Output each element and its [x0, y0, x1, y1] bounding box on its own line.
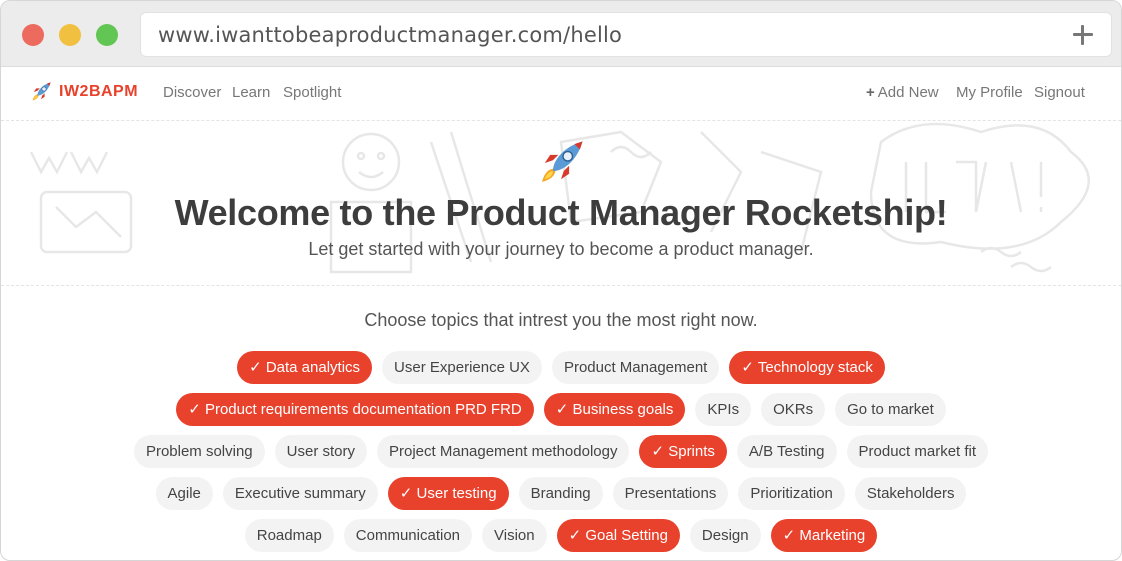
add-new-label: Add New	[877, 84, 939, 101]
url-text[interactable]: www.iwanttobeaproductmanager.com/hello	[158, 23, 622, 47]
topic-chip[interactable]: Product Management	[551, 351, 720, 384]
topic-chip[interactable]: User Experience UX	[382, 351, 542, 384]
check-icon: ✓	[782, 527, 800, 544]
browser-chrome: www.iwanttobeaproductmanager.com/hello	[1, 1, 1121, 67]
topic-chip[interactable]: Project Management methodology	[377, 435, 630, 468]
nav-link-learn[interactable]: Learn	[232, 84, 270, 101]
topic-chip[interactable]: Design	[689, 519, 761, 552]
topic-chip-row: ✓ Product requirements documentation PRD…	[1, 393, 1121, 426]
topic-chip-label: Product requirements documentation PRD F…	[204, 401, 522, 418]
topic-chip-label: Design	[701, 527, 749, 544]
topic-chip[interactable]: ✓ Marketing	[770, 519, 878, 552]
topic-chip[interactable]: Presentations	[612, 477, 729, 510]
topic-chip-row: ✓ Data analytics User Experience UX Produc…	[1, 351, 1121, 384]
topic-chip[interactable]: Stakeholders	[854, 477, 967, 510]
topic-chip-label: Product Management	[563, 359, 708, 376]
topic-chip-label: Go to market	[847, 401, 934, 418]
topic-chip-label: Product market fit	[858, 443, 977, 460]
browser-window: www.iwanttobeaproductmanager.com/hello I…	[0, 0, 1122, 561]
topic-chip-label: KPIs	[707, 401, 740, 418]
check-icon: ✓	[651, 443, 669, 460]
topic-chip[interactable]: Roadmap	[244, 519, 334, 552]
topic-chip[interactable]: Product market fit	[846, 435, 989, 468]
topic-chip[interactable]: ✓ Product requirements documentation PRD…	[176, 393, 534, 426]
topic-chip-label: User Experience UX	[394, 359, 530, 376]
nav-link-signout[interactable]: Signout	[1034, 84, 1085, 101]
topic-chip-row: Roadmap Communication Vision ✓ Goal Setting…	[1, 519, 1121, 552]
maximize-window-button[interactable]	[96, 24, 118, 46]
topic-chip-label: User story	[286, 443, 355, 460]
site-navbar: IW2BAPM Discover Learn Spotlight + Add Ne…	[1, 67, 1121, 121]
check-icon: ✓	[188, 401, 205, 418]
nav-link-discover[interactable]: Discover	[163, 84, 221, 101]
topic-chip-label: Data analytics	[265, 359, 361, 376]
topic-chip[interactable]: Problem solving	[133, 435, 265, 468]
topic-chip-label: Prioritization	[750, 485, 833, 502]
topic-chip-label: Agile	[167, 485, 201, 502]
check-icon: ✓	[741, 359, 758, 376]
topic-chip[interactable]: A/B Testing	[736, 435, 837, 468]
topic-chip[interactable]: Branding	[518, 477, 603, 510]
nav-link-spotlight[interactable]: Spotlight	[283, 84, 341, 101]
minimize-window-button[interactable]	[59, 24, 81, 46]
topic-chip-label: Presentations	[624, 485, 717, 502]
topic-chip-label: Vision	[494, 527, 535, 544]
new-tab-plus-icon[interactable]	[1073, 25, 1093, 45]
topic-chip-label: OKRs	[773, 401, 814, 418]
topic-chip[interactable]: OKRs	[761, 393, 826, 426]
page-title: Welcome to the Product Manager Rocketshi…	[174, 192, 948, 233]
topic-chip-label: Communication	[355, 527, 461, 544]
topic-chip-row: Problem solving User story Project Managem…	[1, 435, 1121, 468]
topic-chip-label: Business goals	[572, 401, 674, 418]
rocket-icon	[32, 82, 51, 101]
check-icon: ✓	[568, 527, 586, 544]
topic-chip-label: Sprints	[668, 443, 715, 460]
topic-chip-list: ✓ Data analytics User Experience UX Produc…	[1, 351, 1121, 560]
topic-chip-label: A/B Testing	[748, 443, 825, 460]
address-bar[interactable]: www.iwanttobeaproductmanager.com/hello	[140, 12, 1112, 57]
plus-icon: +	[866, 84, 875, 101]
page-subtitle: Let get started with your journey to bec…	[308, 239, 814, 259]
topic-chip-row: Agile Executive summary ✓ User testing Bran…	[1, 477, 1121, 510]
topics-heading: Choose topics that intrest you the most …	[364, 310, 758, 330]
topic-chip[interactable]: KPIs	[695, 393, 752, 426]
topic-chip-label: Problem solving	[145, 443, 253, 460]
topic-chip[interactable]: Communication	[343, 519, 473, 552]
topic-chip-label: Marketing	[799, 527, 866, 544]
add-new-button[interactable]: + Add New	[866, 84, 939, 101]
hero-section: Welcome to the Product Manager Rocketshi…	[1, 122, 1121, 286]
check-icon: ✓	[399, 485, 417, 502]
topic-chip-label: Project Management methodology	[389, 443, 618, 460]
close-window-button[interactable]	[22, 24, 44, 46]
check-icon: ✓	[249, 359, 266, 376]
topic-chip-label: User testing	[416, 485, 497, 502]
topic-chip[interactable]: ✓ Technology stack	[729, 351, 885, 384]
topic-chip-label: Goal Setting	[585, 527, 668, 544]
brand-name[interactable]: IW2BAPM	[59, 83, 138, 101]
topic-chip-label: Roadmap	[256, 527, 322, 544]
topic-chip[interactable]: Agile	[155, 477, 213, 510]
topic-chip-label: Stakeholders	[866, 485, 955, 502]
topic-chip[interactable]: ✓ Goal Setting	[556, 519, 680, 552]
topic-chip[interactable]: Go to market	[835, 393, 946, 426]
topic-chip[interactable]: ✓ User testing	[387, 477, 509, 510]
topic-chip[interactable]: Executive summary	[222, 477, 378, 510]
topic-chip-label: Technology stack	[757, 359, 873, 376]
brand-logo[interactable]: IW2BAPM	[29, 80, 138, 104]
nav-link-my-profile[interactable]: My Profile	[956, 84, 1023, 101]
topic-chip[interactable]: Vision	[482, 519, 547, 552]
rocket-icon	[542, 141, 583, 182]
topic-chip[interactable]: ✓ Sprints	[639, 435, 727, 468]
topic-chip[interactable]: ✓ Business goals	[543, 393, 686, 426]
topic-chip[interactable]: Prioritization	[738, 477, 845, 510]
check-icon: ✓	[555, 401, 573, 418]
topic-chip[interactable]: ✓ Data analytics	[237, 351, 373, 384]
topic-chip-label: Executive summary	[234, 485, 366, 502]
topic-chip-label: Branding	[530, 485, 591, 502]
topic-chip[interactable]: User story	[274, 435, 367, 468]
